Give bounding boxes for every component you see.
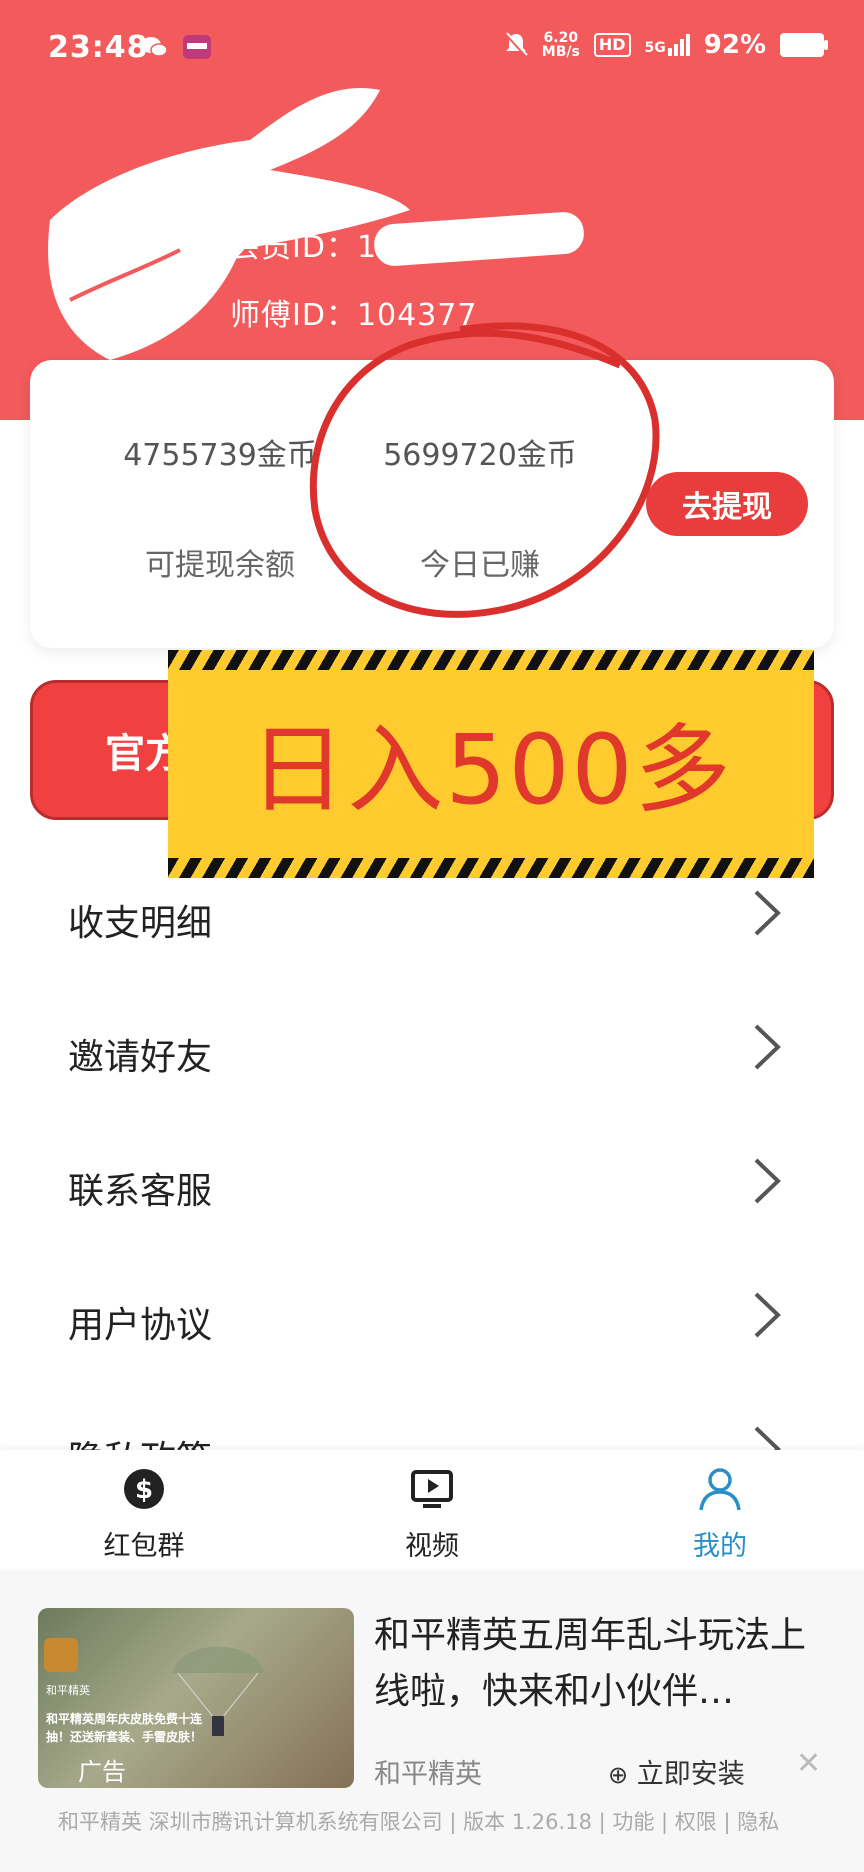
- close-icon[interactable]: ✕: [796, 1746, 821, 1781]
- menu-item-support[interactable]: 联系客服: [0, 1118, 864, 1252]
- status-time: 23:48: [48, 30, 149, 65]
- mute-bell-icon: [504, 32, 528, 58]
- tab-video[interactable]: 视频: [332, 1450, 532, 1568]
- hazard-stripes-top: [168, 650, 814, 670]
- withdraw-button[interactable]: 去提现: [646, 472, 808, 536]
- withdrawable-stat: 4755739金币: [110, 430, 330, 474]
- battery-icon: [780, 33, 828, 57]
- ad-card[interactable]: 和平精英 和平精英周年庆皮肤免费十连抽！还送新套装、手雷皮肤！ 广告 和平精英五…: [0, 1570, 864, 1872]
- menu-item-transactions[interactable]: 收支明细: [0, 850, 864, 984]
- tab-red-packet-group[interactable]: $ 红包群: [44, 1450, 244, 1568]
- bottom-tab-bar: $ 红包群 视频 我的: [0, 1450, 864, 1568]
- red-circle-annotation: [309, 322, 660, 618]
- parachute-icon: [173, 1646, 263, 1736]
- ad-tag: 广告: [78, 1758, 126, 1786]
- tab-me[interactable]: 我的: [620, 1450, 820, 1568]
- ad-footer: 和平精英 深圳市腾讯计算机系统有限公司 | 版本 1.26.18 | 功能 | …: [58, 1810, 780, 1834]
- member-id: 会员ID：1: [230, 230, 378, 265]
- signal-5g-icon: 5G: [645, 34, 690, 56]
- chevron-right-icon: [754, 890, 781, 936]
- menu-item-agreement[interactable]: 用户协议: [0, 1252, 864, 1386]
- ad-source: 和平精英: [374, 1759, 482, 1790]
- hd-badge: HD: [593, 33, 631, 57]
- wechat-icon: [141, 37, 168, 57]
- game-logo-icon: [44, 1638, 78, 1672]
- withdrawable-value: 4755739金币: [123, 438, 317, 473]
- install-arrow-icon: ⊕: [608, 1761, 629, 1789]
- screen: 23:48 6.20 MB/s HD 5G 92% 会员ID：1 师傅ID：10…: [0, 0, 864, 1872]
- chevron-right-icon: [754, 1024, 781, 1070]
- svg-text:$: $: [135, 1475, 153, 1505]
- withdrawable-label: 可提现余额: [145, 548, 295, 583]
- ad-title[interactable]: 和平精英五周年乱斗玩法上线啦，快来和小伙伴…: [374, 1608, 834, 1720]
- user-icon: [699, 1468, 741, 1511]
- menu-item-invite[interactable]: 邀请好友: [0, 984, 864, 1118]
- chevron-right-icon: [754, 1158, 781, 1204]
- dollar-icon: $: [124, 1469, 164, 1509]
- app-notification-icon: [183, 35, 211, 59]
- chevron-right-icon: [754, 1292, 781, 1338]
- battery-percent: 92%: [703, 30, 766, 60]
- banner-text: 日入500多: [249, 714, 733, 826]
- promo-banner: 日入500多: [168, 650, 814, 878]
- tv-icon: [411, 1470, 453, 1508]
- install-button[interactable]: ⊕ 立即安装: [608, 1752, 745, 1791]
- ad-thumbnail[interactable]: 和平精英 和平精英周年庆皮肤免费十连抽！还送新套装、手雷皮肤！ 广告: [38, 1608, 354, 1788]
- network-speed: 6.20 MB/s: [541, 30, 580, 60]
